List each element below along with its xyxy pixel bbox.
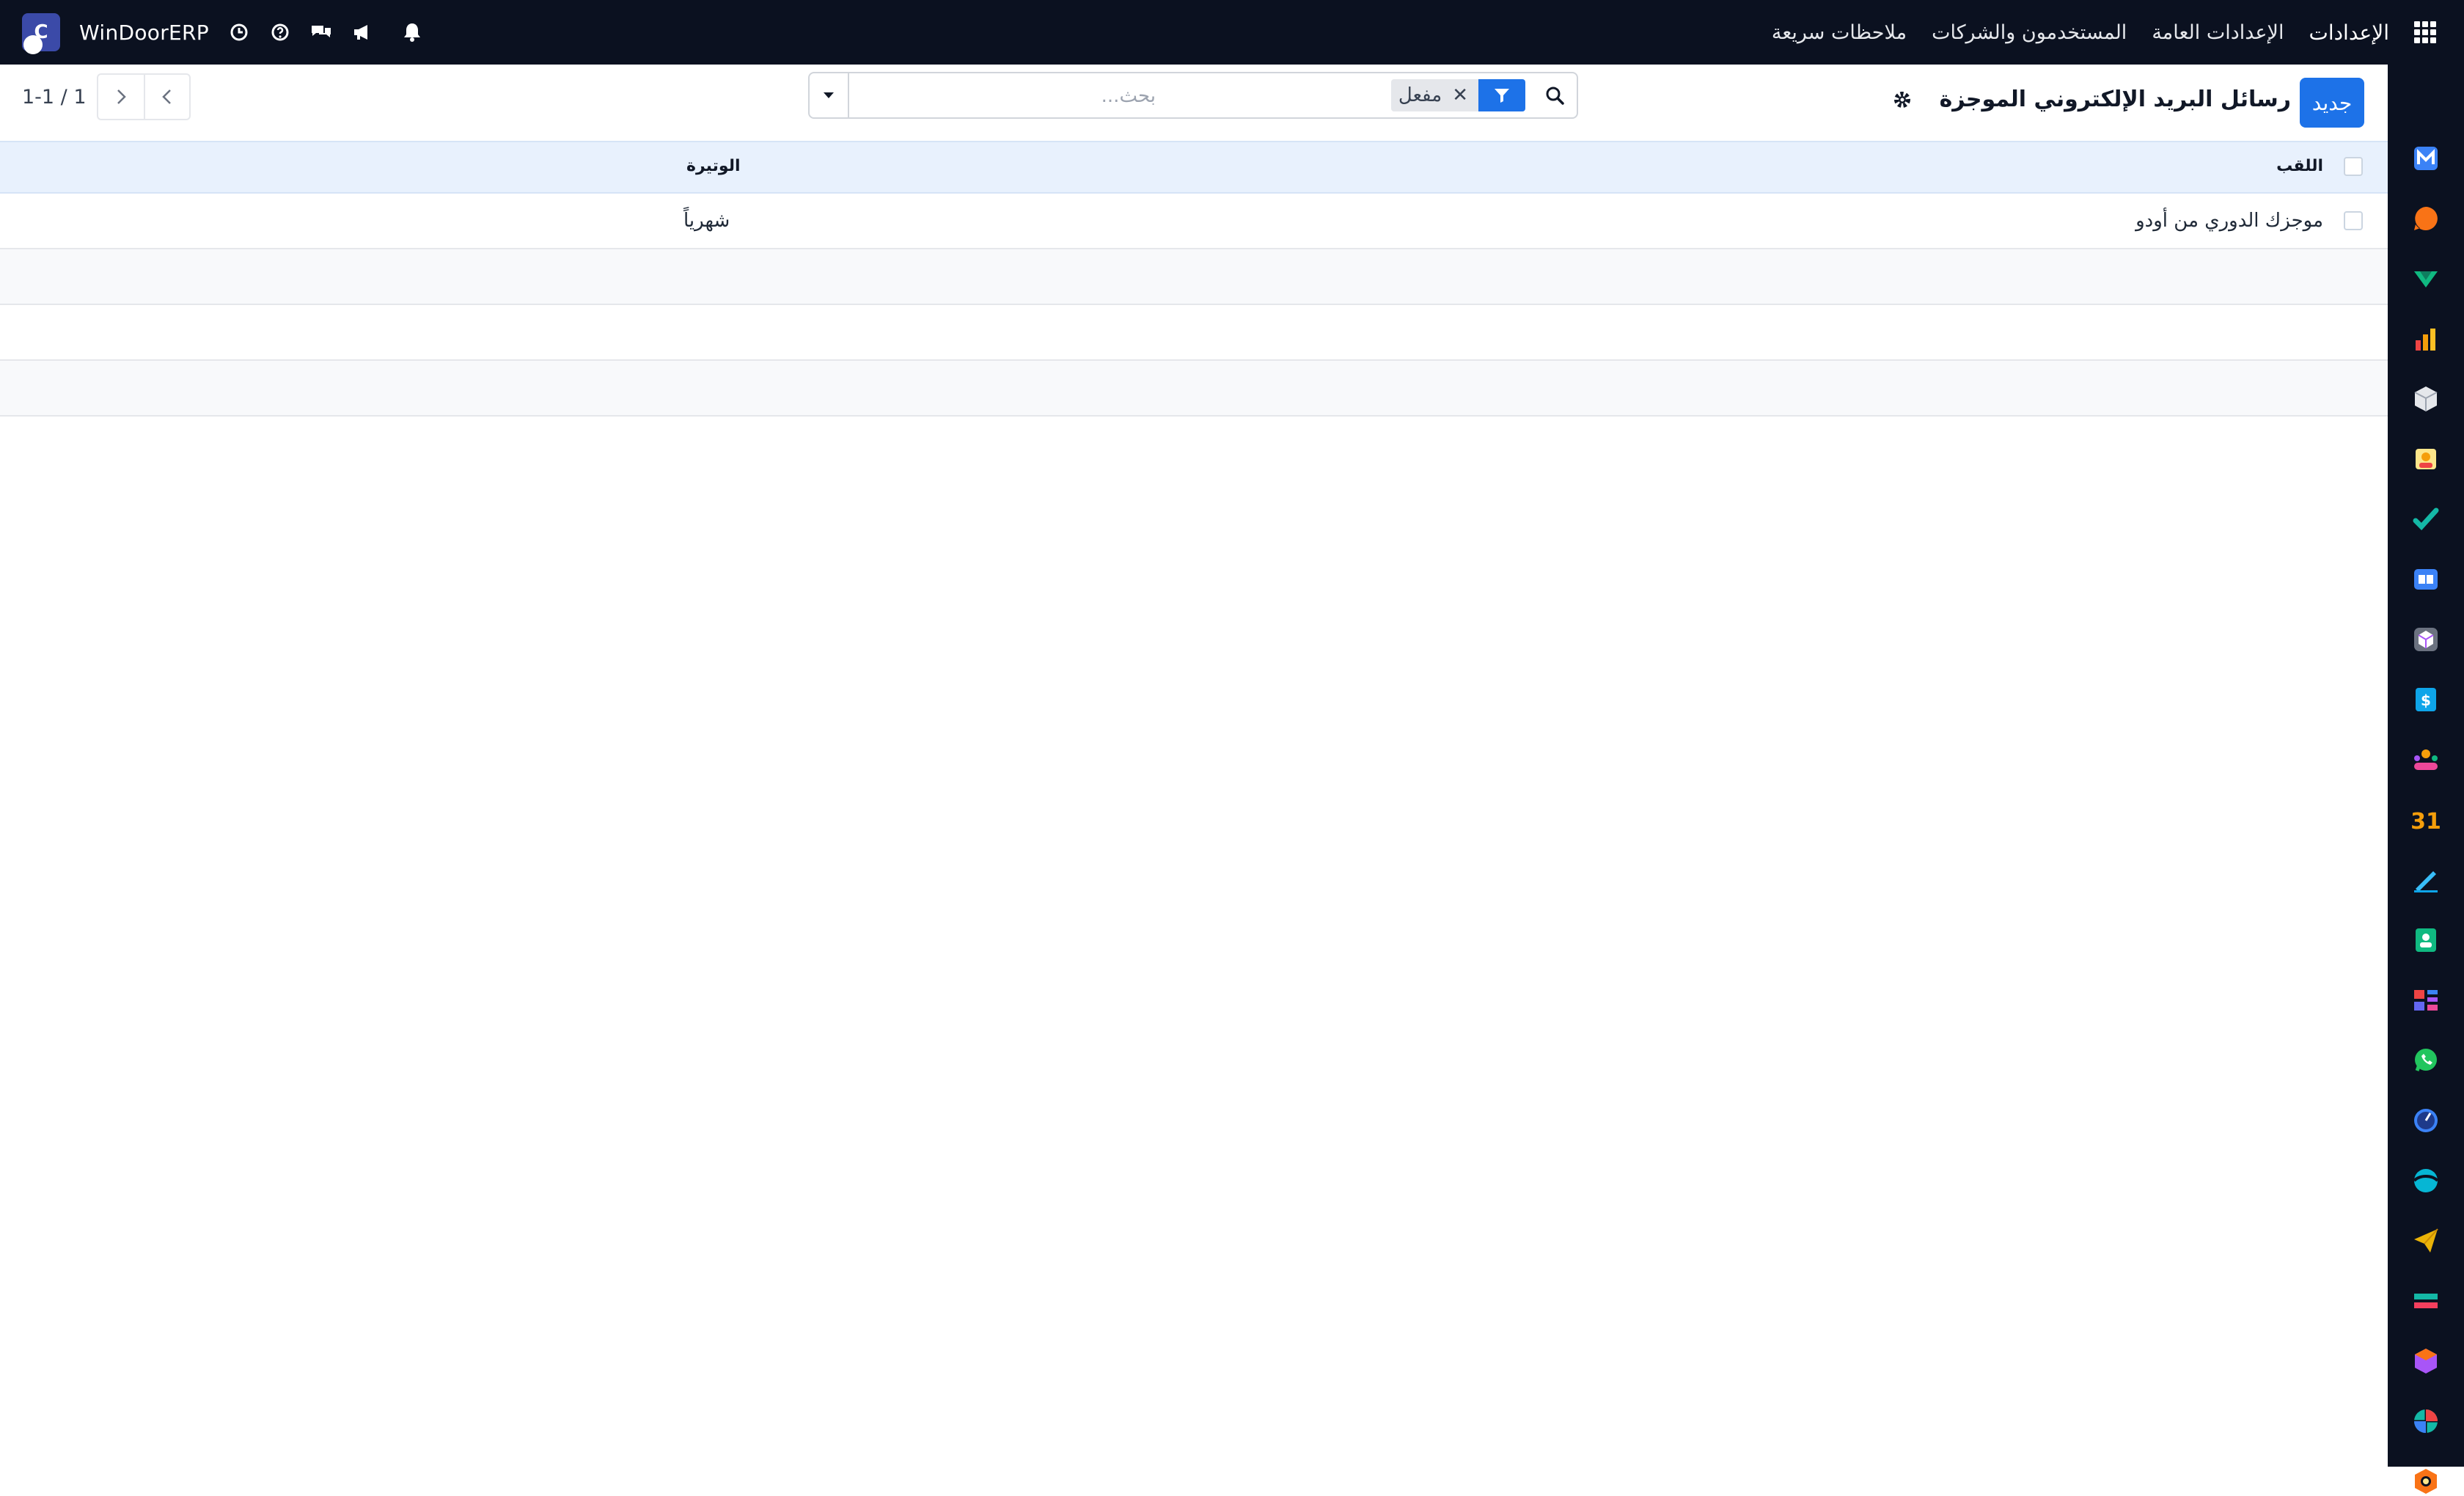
chevron-right-icon [117, 89, 126, 104]
menu-users-companies[interactable]: المستخدمون والشركات [1932, 21, 2127, 44]
svg-text:31: 31 [2411, 809, 2441, 835]
menu-quick-notes[interactable]: ملاحظات سريعة [1772, 21, 1907, 44]
select-all-checkbox[interactable] [2344, 157, 2363, 176]
menu-app-name[interactable]: الإعدادات [2309, 21, 2389, 45]
menu-general-settings[interactable]: الإعدادات العامة [2152, 21, 2284, 44]
cell-frequency[interactable]: شهرياً [683, 210, 730, 232]
systray: C WinDoorERP [22, 0, 423, 65]
list-view-table: اللقب الوتيرة موجزك الدوري من أودو شهريا… [0, 141, 2388, 417]
main-menu: الإعدادات الإعدادات العامة المستخدمون وا… [1772, 0, 2436, 65]
activity-clock-icon[interactable] [228, 21, 250, 43]
calendar-app-icon[interactable]: 31 [2411, 805, 2441, 835]
pager-previous-button[interactable] [143, 73, 191, 120]
new-button[interactable]: جديد [2300, 78, 2364, 128]
accounting-app-icon[interactable] [2411, 1286, 2441, 1316]
app-launcher-icon[interactable] [2414, 21, 2436, 43]
control-panel: جديد رسائل البريد الإلكتروني الموجزة مفع… [0, 65, 2388, 141]
chevron-left-icon [161, 89, 171, 104]
knowledge-app-icon[interactable] [2411, 565, 2441, 594]
discuss-app-icon[interactable] [2411, 204, 2441, 233]
employees-app-icon[interactable] [2411, 444, 2441, 474]
empty-row [0, 361, 2388, 417]
pager-value[interactable]: 1-1 / 1 [22, 86, 87, 109]
search-bar: مفعل ✕ [808, 72, 1578, 119]
invoicing-app-icon[interactable]: $ [2411, 685, 2441, 714]
pager-next-button[interactable] [96, 73, 144, 120]
search-input[interactable] [861, 81, 1157, 111]
facet-remove-icon[interactable]: ✕ [1452, 84, 1468, 106]
company-switcher[interactable]: WinDoorERP [79, 21, 209, 45]
cell-title[interactable]: موجزك الدوري من أودو [2135, 210, 2323, 232]
todo-app-icon[interactable] [2411, 505, 2441, 534]
empty-row [0, 305, 2388, 361]
search-options-toggle[interactable] [810, 73, 849, 117]
actions-gear-icon[interactable] [1892, 89, 1913, 110]
messages-icon[interactable] [310, 21, 332, 43]
table-header: اللقب الوتيرة [0, 141, 2388, 194]
packages-app-icon[interactable] [2411, 625, 2441, 654]
surveys-app-icon[interactable] [2411, 1407, 2441, 1436]
whatsapp-app-icon[interactable] [2411, 1046, 2441, 1075]
apps-store-icon[interactable] [2411, 1346, 2441, 1376]
mail-app-icon[interactable] [2411, 144, 2441, 173]
empty-row [0, 249, 2388, 305]
email-marketing-app-icon[interactable] [2411, 1226, 2441, 1255]
row-checkbox[interactable] [2344, 211, 2363, 230]
table-row[interactable]: موجزك الدوري من أودو شهرياً [0, 194, 2388, 249]
sales-app-icon[interactable] [2411, 264, 2441, 293]
contacts-team-app-icon[interactable] [2411, 745, 2441, 774]
user-avatar[interactable]: C [22, 13, 60, 54]
svg-text:$: $ [2421, 692, 2431, 709]
contacts-app-icon[interactable] [2411, 925, 2441, 955]
page-title: رسائل البريد الإلكتروني الموجزة [1939, 87, 2291, 112]
facet-value-box: مفعل ✕ [1390, 79, 1478, 111]
dashboard-app-icon[interactable] [2411, 986, 2441, 1015]
notification-bell-icon[interactable] [401, 21, 423, 43]
search-icon[interactable] [1537, 78, 1572, 113]
top-navbar: الإعدادات الإعدادات العامة المستخدمون وا… [0, 0, 2464, 65]
settings-app-icon[interactable] [2411, 1467, 2441, 1496]
pager: 1-1 / 1 [22, 73, 191, 120]
column-header-frequency[interactable]: الوتيرة [686, 157, 741, 175]
avatar-status-dot [23, 35, 43, 54]
help-icon[interactable] [269, 21, 291, 43]
reporting-app-icon[interactable] [2411, 324, 2441, 353]
website-app-icon[interactable] [2411, 1166, 2441, 1195]
search-facet[interactable]: مفعل ✕ [1390, 79, 1525, 111]
filter-funnel-icon [1478, 79, 1525, 111]
sign-app-icon[interactable] [2411, 865, 2441, 895]
announcement-megaphone-icon[interactable] [351, 21, 373, 43]
facet-value: مفعل [1398, 84, 1442, 106]
app-sidebar: $31 [2388, 65, 2464, 1494]
time-off-app-icon[interactable] [2411, 1106, 2441, 1135]
column-header-title[interactable]: اللقب [2276, 157, 2323, 175]
inventory-app-icon[interactable] [2411, 384, 2441, 414]
